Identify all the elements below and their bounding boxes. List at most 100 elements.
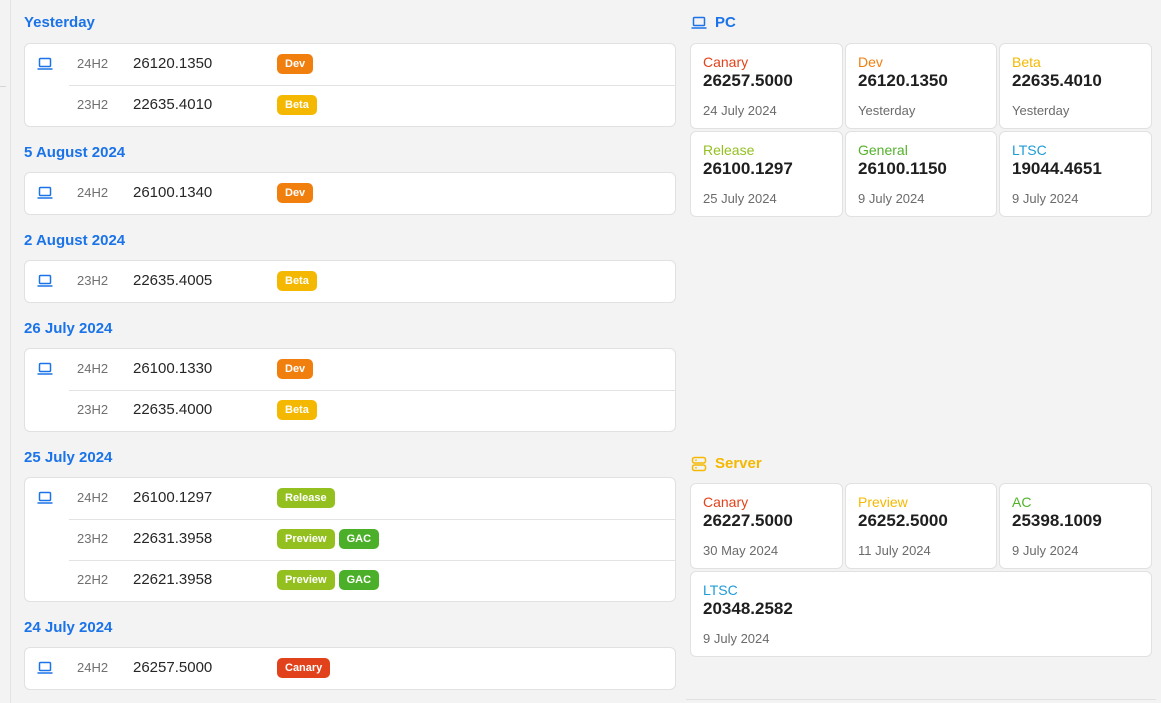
build-number: 26257.5000 [703, 71, 793, 90]
channel-name: AC [1012, 494, 1032, 510]
laptop-icon [37, 57, 53, 70]
release-date: 24 July 2024 [703, 103, 777, 118]
pc-tile-beta[interactable]: Beta 22635.4010 Yesterday [999, 43, 1152, 129]
version-label: 24H2 [77, 490, 109, 505]
build-row[interactable]: 24H2 26257.5000 Canary [25, 648, 675, 689]
release-date: 30 May 2024 [703, 543, 779, 558]
release-date: 9 July 2024 [858, 191, 925, 206]
laptop-icon [37, 274, 53, 287]
channel-name: Dev [858, 54, 883, 70]
build-number[interactable]: 22635.4005 [133, 272, 212, 289]
pc-tile-release[interactable]: Release 26100.1297 25 July 2024 [690, 131, 843, 217]
build-number[interactable]: 26120.1350 [133, 55, 212, 72]
channel-badge[interactable]: GAC [338, 570, 380, 590]
day-card: 24H2 26120.1350 Dev 23H2 22635.4010 Beta [24, 43, 676, 127]
version-label: 24H2 [77, 660, 109, 675]
server-tile-ltsc[interactable]: LTSC 20348.2582 9 July 2024 [690, 571, 1152, 657]
channel-badge[interactable]: Preview [277, 570, 335, 590]
channel-badge[interactable]: Beta [277, 271, 317, 291]
channel-badge[interactable]: Dev [277, 54, 314, 74]
day-card: 24H2 26100.1330 Dev 23H2 22635.4000 Beta [24, 348, 676, 432]
channel-badge[interactable]: Beta [277, 400, 317, 420]
version-label: 24H2 [77, 56, 109, 71]
release-date: 9 July 2024 [1012, 191, 1079, 206]
build-number: 26100.1297 [703, 159, 793, 178]
build-number[interactable]: 26100.1297 [133, 489, 212, 506]
release-date: Yesterday [858, 103, 916, 118]
day-heading: 5 August 2024 [24, 144, 126, 161]
build-number: 26227.5000 [703, 511, 793, 530]
build-number[interactable]: 26100.1340 [133, 184, 212, 201]
channel-badge[interactable]: Preview [277, 529, 335, 549]
day-heading: 25 July 2024 [24, 449, 113, 466]
build-number[interactable]: 26257.5000 [133, 659, 212, 676]
day-heading: 26 July 2024 [24, 320, 113, 337]
build-number[interactable]: 22635.4000 [133, 401, 212, 418]
pc-tile-dev[interactable]: Dev 26120.1350 Yesterday [845, 43, 997, 129]
server-tile-ac[interactable]: AC 25398.1009 9 July 2024 [999, 483, 1152, 569]
release-date: 25 July 2024 [703, 191, 777, 206]
channel-name: Preview [858, 494, 908, 510]
build-number: 26252.5000 [858, 511, 948, 530]
build-row[interactable]: 23H2 22631.3958 Preview GAC [25, 519, 675, 560]
build-number[interactable]: 22621.3958 [133, 571, 212, 588]
server-tile-preview[interactable]: Preview 26252.5000 11 July 2024 [845, 483, 997, 569]
server-tile-canary[interactable]: Canary 26227.5000 30 May 2024 [690, 483, 843, 569]
day-card: 24H2 26100.1340 Dev [24, 172, 676, 215]
build-number: 25398.1009 [1012, 511, 1102, 530]
laptop-icon [37, 186, 53, 199]
channel-badge[interactable]: Beta [277, 95, 317, 115]
version-label: 23H2 [77, 97, 109, 112]
build-number[interactable]: 22631.3958 [133, 530, 212, 547]
version-label: 24H2 [77, 361, 109, 376]
channel-name: LTSC [703, 582, 738, 598]
channel-badge[interactable]: Release [277, 488, 335, 508]
channel-badge[interactable]: Dev [277, 183, 314, 203]
pc-title: PC [715, 14, 736, 31]
server-title: Server [715, 455, 762, 472]
build-number: 26100.1150 [858, 159, 947, 178]
release-date: 9 July 2024 [703, 631, 770, 646]
channel-name: Release [703, 142, 755, 158]
version-label: 23H2 [77, 402, 109, 417]
server-icon [691, 456, 707, 472]
build-row[interactable]: 24H2 26100.1330 Dev [25, 349, 675, 390]
left-rail [0, 0, 11, 703]
channel-badge[interactable]: Dev [277, 359, 314, 379]
release-date: 11 July 2024 [858, 543, 931, 558]
build-row[interactable]: 23H2 22635.4005 Beta [25, 261, 675, 302]
version-label: 23H2 [77, 531, 109, 546]
laptop-icon [37, 661, 53, 674]
next-section-edge [686, 699, 1156, 703]
build-row[interactable]: 23H2 22635.4010 Beta [25, 85, 675, 126]
pc-tile-general[interactable]: General 26100.1150 9 July 2024 [845, 131, 997, 217]
day-card: 24H2 26257.5000 Canary [24, 647, 676, 690]
release-date: 9 July 2024 [1012, 543, 1079, 558]
channel-badge[interactable]: Canary [277, 658, 331, 678]
laptop-icon [37, 362, 53, 375]
build-number: 20348.2582 [703, 599, 793, 618]
channel-name: Canary [703, 54, 749, 70]
build-number[interactable]: 22635.4010 [133, 96, 212, 113]
build-row[interactable]: 22H2 22621.3958 Preview GAC [25, 560, 675, 601]
version-label: 24H2 [77, 185, 109, 200]
day-heading: 24 July 2024 [24, 619, 113, 636]
pc-tile-canary[interactable]: Canary 26257.5000 24 July 2024 [690, 43, 843, 129]
build-number: 22635.4010 [1012, 71, 1102, 90]
channel-badge[interactable]: GAC [338, 529, 380, 549]
build-row[interactable]: 24H2 26100.1340 Dev [25, 173, 675, 214]
version-label: 23H2 [77, 273, 109, 288]
pc-tile-ltsc[interactable]: LTSC 19044.4651 9 July 2024 [999, 131, 1152, 217]
release-date: Yesterday [1012, 103, 1070, 118]
channel-name: LTSC [1012, 142, 1047, 158]
build-row[interactable]: 24H2 26100.1297 Release [25, 478, 675, 519]
build-number[interactable]: 26100.1330 [133, 360, 212, 377]
build-row[interactable]: 24H2 26120.1350 Dev [25, 44, 675, 85]
laptop-icon [691, 16, 707, 29]
build-number: 26120.1350 [858, 71, 948, 90]
build-row[interactable]: 23H2 22635.4000 Beta [25, 390, 675, 431]
pc-section-title: PC [691, 13, 736, 33]
day-heading: Yesterday [24, 14, 95, 31]
day-card: 23H2 22635.4005 Beta [24, 260, 676, 303]
day-heading: 2 August 2024 [24, 232, 126, 249]
